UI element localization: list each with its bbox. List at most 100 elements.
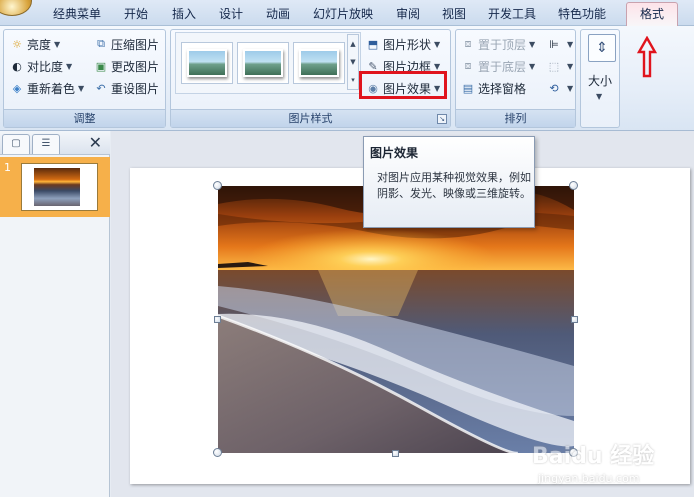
chevron-down-icon: ▼ (54, 39, 61, 49)
gallery-more-icon[interactable]: ▾ (348, 71, 358, 89)
chevron-down-icon: ▼ (567, 83, 574, 93)
resize-handle[interactable] (214, 316, 221, 323)
group-icon: ⬚ (548, 59, 560, 73)
tab-view[interactable]: 视图 (442, 4, 466, 24)
resize-handle[interactable] (569, 181, 578, 190)
outline-icon: ☰ (41, 138, 51, 149)
chevron-down-icon: ▼ (567, 39, 574, 49)
chevron-down-icon: ▼ (434, 61, 441, 71)
group-label-arrange: 排列 (456, 109, 575, 127)
slide-panel-tabs: ▢ ☰ ✕ (0, 131, 110, 155)
contrast-button[interactable]: ◐ 对比度 ▼ (9, 56, 72, 76)
picture-shape-button[interactable]: ⬒ 图片形状 ▼ (365, 34, 440, 54)
compress-pictures-button[interactable]: ⧉ 压缩图片 (93, 34, 159, 54)
style-preview-image (299, 49, 339, 77)
align-icon: ⊫ (549, 37, 559, 51)
red-arrow-annotation (637, 36, 657, 78)
watermark-url: jingyan.baidu.com (538, 472, 640, 485)
chevron-down-icon: ▼ (529, 39, 536, 49)
slides-icon: ▢ (11, 138, 21, 149)
chevron-down-icon: ▼ (529, 61, 536, 71)
reset-label: 重设图片 (111, 81, 160, 96)
group-label-adjust: 调整 (4, 109, 165, 127)
resize-handle[interactable] (213, 448, 222, 457)
selection-pane-button[interactable]: ▤ 选择窗格 (460, 78, 526, 98)
ribbon-tab-bar: 经典菜单 开始 插入 设计 动画 幻灯片放映 审阅 视图 开发工具 特色功能 格… (0, 0, 694, 27)
slide-panel: ▢ ☰ ✕ 1 (0, 131, 110, 497)
rotate-icon: ⟲ (549, 81, 559, 95)
group-adjust: ☼ 亮度 ▼ ◐ 对比度 ▼ ◈ 重新着色 ▼ ⧉ 压缩图片 ▣ 更改图片 ↶ … (3, 29, 166, 128)
dialog-launcher-icon[interactable]: ↘ (437, 114, 447, 124)
gallery-scroll[interactable]: ▲ ▼ ▾ (347, 34, 359, 90)
chevron-down-icon: ▼ (567, 61, 574, 71)
picture-style-thumb-3[interactable] (293, 42, 345, 84)
recolor-button[interactable]: ◈ 重新着色 ▼ (9, 78, 84, 98)
slide-thumbnail-row[interactable]: 1 (0, 157, 110, 217)
tab-insert[interactable]: 插入 (172, 4, 196, 24)
resize-handle[interactable] (213, 181, 222, 190)
size-icon[interactable]: ⇕ (588, 34, 616, 62)
reset-picture-icon: ↶ (96, 81, 106, 95)
brightness-label: 亮度 (27, 37, 52, 52)
tab-format[interactable]: 格式 (626, 2, 678, 27)
slide-thumbnail-image (34, 168, 80, 206)
change-label: 更改图片 (111, 59, 160, 74)
sun-icon: ☼ (12, 37, 22, 51)
tab-review[interactable]: 审阅 (396, 4, 420, 24)
align-button[interactable]: ⊫ ▼ (546, 34, 573, 54)
bring-front-icon: ⧈ (464, 37, 472, 50)
tab-home[interactable]: 开始 (124, 4, 148, 24)
change-picture-button[interactable]: ▣ 更改图片 (93, 56, 159, 76)
office-button[interactable] (0, 0, 32, 16)
watermark: Baidu 经验 jingyan.baidu.com (532, 438, 692, 492)
style-preview-image (187, 49, 227, 77)
chevron-down-icon: ▼ (78, 83, 85, 93)
selection-pane-label: 选择窗格 (478, 81, 527, 96)
selection-pane-icon: ▤ (462, 81, 474, 95)
resize-handle[interactable] (392, 450, 399, 457)
compress-label: 压缩图片 (111, 37, 160, 52)
tooltip-body: 对图片应用某种视觉效果，例如阴影、发光、映像或三维旋转。 (377, 171, 531, 200)
tab-animation[interactable]: 动画 (266, 4, 290, 24)
tooltip-title: 图片效果 (370, 146, 419, 160)
chevron-down-icon: ▼ (434, 39, 441, 49)
tab-slideshow[interactable]: 幻灯片放映 (313, 4, 373, 24)
watermark-brand: Baidu 经验 (532, 444, 655, 469)
group-objects-button[interactable]: ⬚ ▼ (546, 56, 573, 76)
tab-developer[interactable]: 开发工具 (488, 4, 536, 24)
tab-classic-menu[interactable]: 经典菜单 (53, 4, 101, 24)
send-back-icon: ⧈ (464, 59, 472, 72)
reset-picture-button[interactable]: ↶ 重设图片 (93, 78, 159, 98)
scroll-down-icon[interactable]: ▼ (348, 53, 358, 71)
rotate-button[interactable]: ⟲ ▼ (546, 78, 573, 98)
close-icon[interactable]: ✕ (89, 133, 102, 152)
recolor-icon: ◈ (12, 81, 22, 95)
slide-number: 1 (4, 161, 11, 174)
slide-thumbnail[interactable] (21, 163, 98, 211)
highlight-box (359, 71, 447, 99)
chevron-down-icon: ▼ (596, 92, 603, 101)
shape-icon: ⬒ (367, 37, 379, 51)
change-picture-icon: ▣ (95, 59, 107, 73)
send-back-label: 置于底层 (478, 59, 527, 74)
tab-special-features[interactable]: 特色功能 (558, 4, 606, 24)
send-to-back-button[interactable]: ⧈ 置于底层 ▼ (460, 56, 536, 76)
tab-outline[interactable]: ☰ (32, 134, 60, 154)
picture-style-thumb-1[interactable] (181, 42, 233, 84)
compress-icon: ⧉ (97, 37, 105, 50)
tab-design[interactable]: 设计 (219, 4, 243, 24)
tab-slides[interactable]: ▢ (2, 134, 30, 154)
resize-handle[interactable] (571, 316, 578, 323)
group-label-picture-styles: 图片样式 (171, 109, 450, 127)
scroll-up-icon[interactable]: ▲ (348, 35, 358, 53)
size-label: 大小 (588, 74, 613, 88)
picture-shape-label: 图片形状 (383, 37, 432, 52)
bring-to-front-button[interactable]: ⧈ 置于顶层 ▼ (460, 34, 536, 54)
contrast-label: 对比度 (27, 59, 64, 74)
recolor-label: 重新着色 (27, 81, 76, 96)
brightness-button[interactable]: ☼ 亮度 ▼ (9, 34, 60, 54)
picture-style-thumb-2[interactable] (237, 42, 289, 84)
chevron-down-icon: ▼ (66, 61, 73, 71)
contrast-icon: ◐ (12, 59, 22, 73)
style-preview-image (243, 49, 283, 77)
